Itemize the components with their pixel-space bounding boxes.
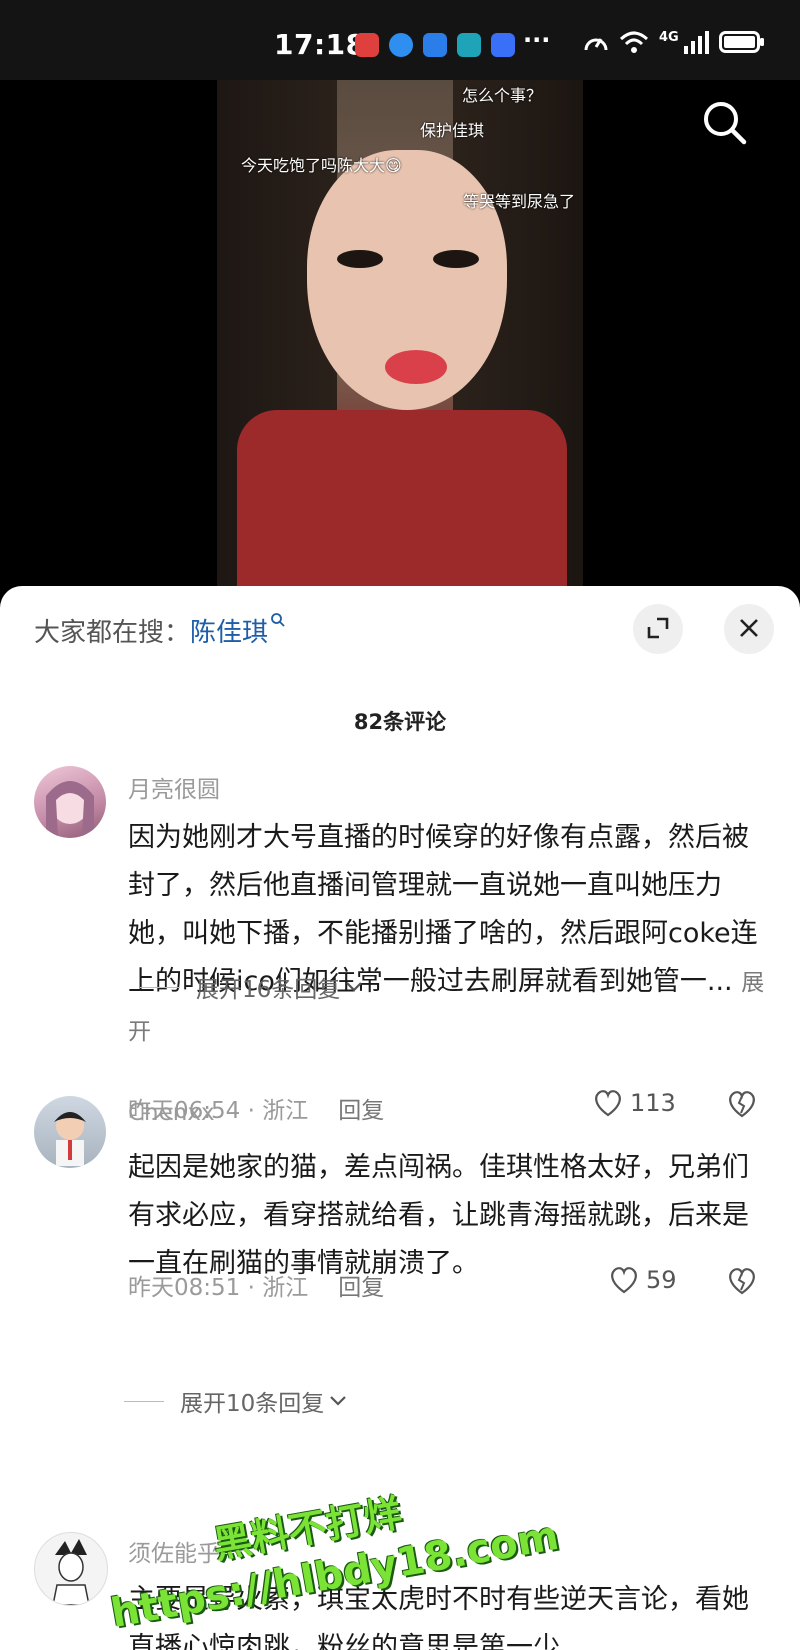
more-notifications-icon: ··· — [523, 26, 551, 54]
search-icon[interactable] — [700, 98, 750, 148]
avatar[interactable] — [34, 1532, 108, 1606]
shield-app-icon — [423, 33, 447, 57]
close-sheet-button[interactable] — [724, 604, 774, 654]
hot-search-bar[interactable]: 大家都在搜：陈佳琪 — [34, 612, 286, 649]
danmaku-comment: 保护佳琪 — [420, 121, 485, 140]
search-small-icon — [271, 613, 285, 627]
comment-count-title: 82条评论 — [353, 710, 447, 734]
hot-search-prefix: 大家都在搜： — [34, 618, 191, 648]
comment-sheet: 大家都在搜：陈佳琪 82条评论 月亮很圆 因为她刚才大号直播的时候穿的好像有点露… — [0, 586, 800, 1650]
expand-icon — [647, 617, 669, 638]
video-frame: 怎么个事？ 保护佳琪 今天吃饱了吗陈大大😋 等哭等到尿急了 — [217, 80, 583, 590]
comment-time: 昨天08:51 — [128, 1275, 241, 1301]
expand-sheet-button[interactable] — [633, 604, 683, 654]
comment-meta: 昨天08:51 · 浙江 回复 — [128, 1275, 385, 1301]
hot-search-term[interactable]: 陈佳琪 — [190, 618, 268, 648]
comment-username[interactable]: 须佐能乎 — [128, 1534, 220, 1568]
comment-item: 月亮很圆 因为她刚才大号直播的时候穿的好像有点露，然后被封了，然后他直播间管理就… — [0, 766, 800, 1124]
like-count: 59 — [646, 1266, 677, 1294]
red-app-icon — [355, 33, 379, 57]
status-bar: 17:18 ··· 4G — [0, 0, 800, 80]
download-app-icon — [457, 33, 481, 57]
expand-replies-button[interactable]: 展开16条回复 — [140, 970, 364, 1004]
comment-username[interactable]: 月亮很圆 — [128, 770, 220, 804]
comment-text: 因为她刚才大号直播的时候穿的好像有点露，然后被封了，然后他直播间管理就一直说她一… — [128, 822, 765, 1045]
expand-replies-button[interactable]: 展开10条回复 — [124, 1384, 348, 1418]
reply-button[interactable]: 回复 — [338, 1275, 384, 1301]
danmaku-comment: 等哭等到尿急了 — [463, 192, 576, 211]
network-type-label: 4G — [659, 29, 679, 45]
dislike-broken-heart-icon[interactable] — [726, 1266, 758, 1296]
heart-icon — [611, 1267, 637, 1294]
chevron-down-icon — [346, 982, 363, 992]
battery-icon — [718, 31, 764, 53]
avatar[interactable] — [34, 766, 106, 838]
comment-location: 浙江 — [262, 1275, 309, 1301]
voice-app-icon — [491, 33, 515, 57]
close-icon — [740, 618, 758, 637]
wifi-icon — [619, 31, 649, 53]
avatar[interactable] — [34, 1096, 106, 1168]
video-figure-sweater — [237, 410, 567, 590]
comment-item: Chenxx 起因是她家的猫，差点闯祸。佳琪性格太好，兄弟们有求必应，看穿搭就给… — [0, 1096, 800, 1396]
chat-app-icon — [389, 33, 413, 57]
like-button[interactable]: 59 — [608, 1265, 677, 1295]
chevron-down-icon — [330, 1396, 347, 1406]
status-time: 17:18 — [274, 28, 366, 61]
video-player[interactable]: 怎么个事？ 保护佳琪 今天吃饱了吗陈大大😋 等哭等到尿急了 — [0, 80, 800, 590]
system-status-icons: 4G — [583, 30, 765, 54]
danmaku-comment: 怎么个事？ — [462, 86, 543, 105]
speed-gauge-icon — [584, 38, 608, 51]
notification-icons — [355, 33, 515, 57]
danmaku-comment: 今天吃饱了吗陈大大😋 — [241, 156, 402, 175]
signal-icon — [683, 31, 709, 54]
comment-username[interactable]: Chenxx — [128, 1100, 215, 1126]
